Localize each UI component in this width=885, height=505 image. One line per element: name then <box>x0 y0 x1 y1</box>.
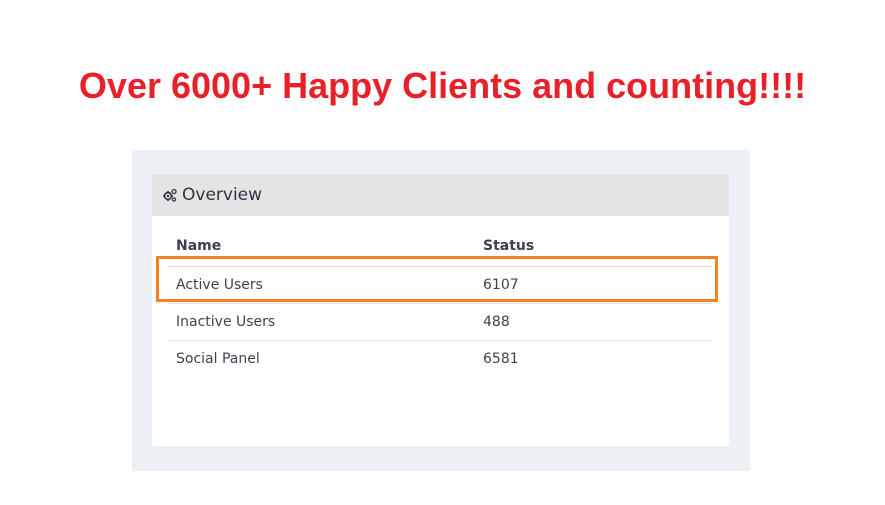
card-header: Overview <box>152 174 729 216</box>
page: Over 6000+ Happy Clients and counting!!!… <box>0 0 885 505</box>
card-title: Overview <box>182 185 263 205</box>
row-status: 6581 <box>483 351 519 367</box>
overview-card: Overview Name Status Active Users 6107 I… <box>152 174 729 446</box>
table-row-active-users: Active Users 6107 <box>168 267 712 304</box>
column-header-status: Status <box>483 238 535 254</box>
gears-icon <box>162 187 178 203</box>
row-name: Active Users <box>176 277 263 293</box>
overview-table: Name Status Active Users 6107 Inactive U… <box>168 234 712 377</box>
headline: Over 6000+ Happy Clients and counting!!!… <box>78 65 807 106</box>
table-row-social-panel: Social Panel 6581 <box>168 341 712 377</box>
overview-panel: Overview Name Status Active Users 6107 I… <box>132 150 750 471</box>
table-header-row: Name Status <box>168 234 712 267</box>
table-row-inactive-users: Inactive Users 488 <box>168 304 712 341</box>
row-name: Inactive Users <box>176 314 276 330</box>
row-name: Social Panel <box>176 351 260 367</box>
row-status: 488 <box>483 314 510 330</box>
row-status: 6107 <box>483 277 519 293</box>
column-header-name: Name <box>176 238 222 254</box>
